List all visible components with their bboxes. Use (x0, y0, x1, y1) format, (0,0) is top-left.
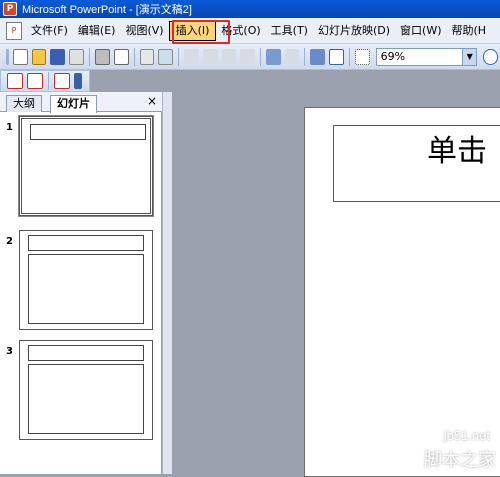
separator (304, 47, 306, 66)
paste-icon[interactable] (221, 48, 237, 65)
separator (133, 47, 135, 66)
document-menu-icon[interactable]: P (6, 21, 22, 40)
show-grid-icon[interactable] (354, 48, 370, 65)
title-placeholder (28, 345, 144, 361)
copy-icon[interactable] (202, 48, 218, 65)
print-icon[interactable] (94, 48, 110, 65)
separator (260, 47, 261, 66)
permission-icon[interactable] (69, 48, 85, 65)
menu-help[interactable]: 帮助(H (447, 21, 492, 41)
open-folder-icon[interactable] (31, 48, 47, 65)
pdf-email-icon[interactable] (27, 73, 43, 89)
separator (348, 47, 350, 66)
powerpoint-app-icon[interactable]: P (3, 2, 17, 16)
slide-canvas[interactable]: 单击 (304, 107, 500, 477)
content-placeholder (28, 364, 144, 434)
slide-thumbnail-3[interactable] (19, 340, 153, 440)
undo-icon[interactable] (265, 48, 281, 65)
menu-slideshow[interactable]: 幻灯片放映(D) (313, 21, 395, 41)
slide-number: 3 (6, 346, 13, 357)
title-placeholder (28, 235, 144, 251)
zoom-select[interactable]: 69% ▼ (375, 47, 478, 66)
watermark: jb51.net 脚本之家 (410, 428, 500, 474)
redo-icon[interactable] (284, 48, 300, 65)
insert-chart-icon[interactable] (310, 48, 325, 65)
menu-view[interactable]: 视图(V) (120, 21, 168, 41)
save-icon[interactable] (50, 48, 66, 65)
grip-icon[interactable] (6, 48, 9, 65)
window-title: Microsoft PowerPoint - [演示文稿2] (22, 4, 192, 16)
cut-icon[interactable] (184, 48, 199, 65)
slide-thumbnail-1[interactable] (18, 115, 154, 217)
separator (48, 72, 49, 90)
toolbar-options-icon[interactable] (74, 73, 82, 89)
pdf-toolbar (0, 70, 90, 92)
slide-thumbnail-2[interactable] (19, 230, 153, 330)
menu-bar: P 文件(F) 编辑(E) 视图(V) 插入(I) 格式(O) 工具(T) 幻灯… (0, 18, 500, 44)
title-placeholder-text: 单击 (427, 134, 487, 169)
format-painter-icon[interactable] (240, 48, 256, 65)
standard-toolbar: 69% ▼ (0, 44, 500, 70)
tab-outline[interactable]: 大纲 (6, 95, 42, 112)
highlight-annotation (172, 20, 230, 44)
separator (89, 47, 90, 66)
slides-panel: 大纲 幻灯片 × 1 2 3 (0, 92, 162, 474)
print-preview-icon[interactable] (113, 48, 129, 65)
pdf-convert-icon[interactable] (7, 73, 23, 89)
spelling-icon[interactable] (139, 48, 155, 65)
content-placeholder (28, 254, 144, 324)
menu-window[interactable]: 窗口(W) (395, 21, 446, 41)
research-icon[interactable] (158, 48, 174, 65)
menu-tools[interactable]: 工具(T) (266, 21, 313, 41)
insert-table-icon[interactable] (329, 48, 344, 65)
chevron-down-icon[interactable]: ▼ (462, 48, 477, 65)
panel-tabs: 大纲 幻灯片 × (0, 92, 162, 113)
zoom-value: 69% (380, 50, 406, 63)
separator (178, 47, 180, 66)
title-placeholder (30, 124, 146, 140)
watermark-site-name: 脚本之家 (424, 450, 496, 471)
slide-number: 1 (6, 122, 13, 133)
slide-number: 2 (6, 236, 13, 247)
panel-scrollbar[interactable] (162, 92, 172, 474)
menu-edit[interactable]: 编辑(E) (73, 21, 121, 41)
help-icon[interactable] (483, 48, 499, 65)
pdf-review-icon[interactable] (54, 73, 70, 89)
close-icon[interactable]: × (147, 94, 157, 108)
tab-slides[interactable]: 幻灯片 (50, 95, 97, 113)
new-icon[interactable] (12, 48, 28, 65)
watermark-domain: jb51.net (443, 428, 490, 443)
menu-file[interactable]: 文件(F) (26, 21, 73, 41)
title-bar: P Microsoft PowerPoint - [演示文稿2] (0, 0, 500, 18)
